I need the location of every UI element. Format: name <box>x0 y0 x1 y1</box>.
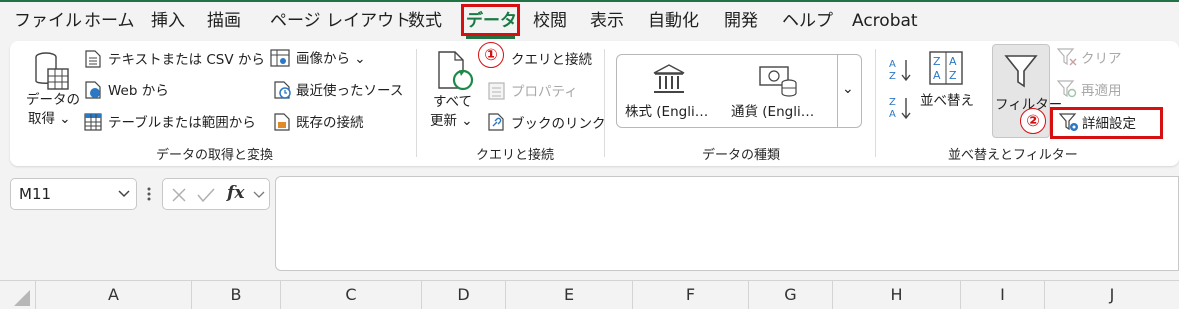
workbook-links-button[interactable]: ブックのリンク <box>511 116 606 132</box>
tab-draw[interactable]: 描画 <box>207 10 241 32</box>
group-label-sort-filter: 並べ替えとフィルター <box>948 148 1078 163</box>
bank-icon <box>653 64 685 93</box>
svg-text:A: A <box>889 59 896 70</box>
group-separator <box>875 49 876 157</box>
group-label-queries: クエリと接続 <box>476 148 555 163</box>
tab-formulas[interactable]: 数式 <box>408 10 442 32</box>
ribbon: データの 取得 ⌄ テキストまたは CSV から Web から テーブルまたは範… <box>10 41 1179 166</box>
tab-home[interactable]: ホーム <box>84 10 135 32</box>
tab-insert[interactable]: 挿入 <box>151 10 185 32</box>
get-data-label-1: データの <box>26 92 80 108</box>
group-label-data-types: データの種類 <box>702 148 781 163</box>
existing-connections-icon <box>274 113 290 131</box>
queries-connections-button[interactable]: クエリと接続 <box>511 52 592 68</box>
currencies-label: 通貨 (Engli… <box>731 104 815 120</box>
advanced-button[interactable]: 詳細設定 <box>1082 116 1136 132</box>
gallery-separator <box>837 54 838 128</box>
enter-check-icon[interactable] <box>197 187 215 203</box>
recent-sources-icon <box>274 81 291 99</box>
svg-text:Z: Z <box>949 69 957 82</box>
existing-connections-button[interactable]: 既存の接続 <box>296 115 364 131</box>
column-header-h[interactable]: H <box>833 281 961 309</box>
cancel-icon[interactable] <box>171 187 187 203</box>
tab-data-underline <box>466 36 515 39</box>
tab-data[interactable]: データ <box>461 4 520 39</box>
menu-bar: ファイル ホーム 挿入 描画 ページ レイアウト 数式 データ 校閲 表示 自動… <box>0 0 1179 42</box>
tab-review[interactable]: 校閲 <box>533 10 567 32</box>
column-header-e[interactable]: E <box>506 281 633 309</box>
svg-text:Z: Z <box>889 97 896 108</box>
column-header-f[interactable]: F <box>633 281 749 309</box>
formula-input[interactable] <box>275 176 1179 271</box>
svg-text:Z: Z <box>889 71 896 82</box>
sort-label: 並べ替え <box>920 93 974 109</box>
column-header-c[interactable]: C <box>281 281 422 309</box>
database-table-icon <box>35 52 69 90</box>
from-text-csv-button[interactable]: テキストまたは CSV から <box>108 52 265 68</box>
clear-filter-icon <box>1057 48 1077 66</box>
table-icon <box>84 113 102 131</box>
tab-developer[interactable]: 開発 <box>724 10 758 32</box>
recent-sources-button[interactable]: 最近使ったソース <box>296 83 403 99</box>
svg-text:A: A <box>889 109 896 120</box>
chevron-down-icon <box>118 190 130 198</box>
from-image-button[interactable]: 画像から ⌄ <box>296 51 366 67</box>
sort-za-icon[interactable]: Z A <box>888 95 914 121</box>
group-label-get-data: データの取得と変換 <box>156 148 274 163</box>
step-1-marker: ① <box>478 42 504 68</box>
tab-help[interactable]: ヘルプ <box>782 10 833 32</box>
title-accent-line <box>0 0 1179 2</box>
select-all-triangle-icon <box>14 290 30 306</box>
clear-button[interactable]: クリア <box>1081 51 1122 67</box>
web-page-icon <box>85 81 101 99</box>
tab-view[interactable]: 表示 <box>590 10 624 32</box>
name-box-value: M11 <box>19 185 52 203</box>
formula-controls: fx <box>162 178 270 210</box>
get-data-label-2: 取得 ⌄ <box>28 111 71 127</box>
filter-funnel-icon <box>1004 55 1038 88</box>
image-icon <box>270 49 290 67</box>
column-header-i[interactable]: I <box>961 281 1045 309</box>
column-header-g[interactable]: G <box>749 281 833 309</box>
stocks-label: 株式 (Engli… <box>625 104 709 120</box>
name-box[interactable]: M11 <box>10 178 137 210</box>
data-types-more-button[interactable]: ⌄ <box>842 81 854 97</box>
refresh-icon <box>438 51 474 91</box>
workbook-links-icon <box>488 113 504 131</box>
group-separator <box>604 49 605 157</box>
column-header-j[interactable]: J <box>1045 281 1179 309</box>
reapply-icon <box>1057 80 1077 98</box>
tab-automate[interactable]: 自動化 <box>648 10 699 32</box>
sort-dialog-icon: Z A A Z <box>929 51 963 85</box>
sort-az-icon[interactable]: A Z <box>888 57 914 83</box>
tab-file[interactable]: ファイル <box>14 10 82 32</box>
currency-icon <box>759 66 797 97</box>
properties-icon <box>488 82 505 100</box>
from-table-button[interactable]: テーブルまたは範囲から <box>108 115 256 131</box>
step-2-marker: ② <box>1020 108 1046 134</box>
svg-text:A: A <box>933 69 941 82</box>
column-header-d[interactable]: D <box>422 281 506 309</box>
insert-function-button[interactable]: fx <box>227 183 244 203</box>
from-web-button[interactable]: Web から <box>108 83 169 99</box>
text-file-icon <box>85 50 101 68</box>
column-header-b[interactable]: B <box>192 281 281 309</box>
chevron-down-icon[interactable] <box>253 191 265 199</box>
column-headers: A B C D E F G H I J <box>0 280 1179 309</box>
advanced-filter-icon <box>1059 113 1078 131</box>
refresh-all-label-2: 更新 ⌄ <box>430 113 473 129</box>
svg-text:A: A <box>949 55 957 68</box>
column-header-a[interactable]: A <box>36 281 192 309</box>
group-separator <box>416 49 417 157</box>
select-all-button[interactable] <box>0 281 36 309</box>
tab-acrobat[interactable]: Acrobat <box>852 10 918 32</box>
reapply-button[interactable]: 再適用 <box>1081 83 1122 99</box>
tab-data-highlight <box>461 4 520 36</box>
tab-page-layout[interactable]: ページ レイアウト <box>270 10 411 32</box>
properties-button[interactable]: プロパティ <box>511 84 578 100</box>
svg-text:Z: Z <box>933 55 941 68</box>
more-options-icon[interactable] <box>146 186 152 202</box>
refresh-all-label-1: すべて <box>433 94 473 110</box>
